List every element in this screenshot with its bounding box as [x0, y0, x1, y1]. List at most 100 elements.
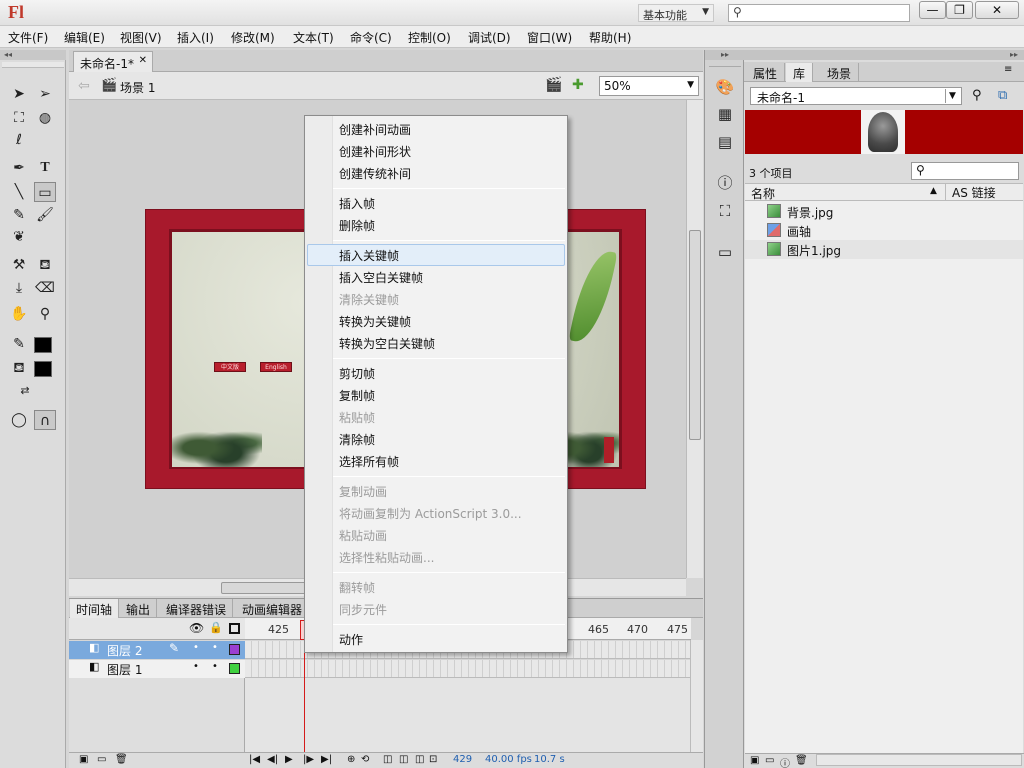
outline-icon[interactable]: [229, 623, 240, 634]
step-forward-icon[interactable]: |▶: [303, 754, 314, 765]
panel-menu-icon[interactable]: ≡: [1004, 64, 1012, 75]
play-icon[interactable]: ▶: [285, 754, 293, 765]
library-file-select[interactable]: 未命名-1 ▼: [750, 87, 962, 105]
menu-clear-frames[interactable]: 清除帧: [339, 431, 375, 448]
lock-icon[interactable]: 🔒: [209, 621, 223, 634]
menu-create-classic-tween[interactable]: 创建传统补间: [339, 165, 411, 182]
step-back-icon[interactable]: ◀|: [267, 754, 278, 765]
layer-row-2[interactable]: ◧ 图层 2 ✎ • •: [69, 641, 245, 659]
object-drawing-icon[interactable]: ◯: [8, 410, 30, 430]
stage-button-chinese[interactable]: 中文版: [214, 362, 246, 372]
menu-cut-frames[interactable]: 剪切帧: [339, 365, 375, 382]
go-last-icon[interactable]: ▶|: [321, 754, 332, 765]
tab-properties[interactable]: 属性: [746, 63, 786, 82]
panel-collapse-icon[interactable]: ▸▸: [705, 50, 745, 60]
new-layer-icon[interactable]: ▣: [79, 754, 88, 765]
new-library-panel-icon[interactable]: ⧉: [998, 88, 1007, 103]
timeline-vertical-scrollbar[interactable]: [690, 640, 703, 752]
loop-icon[interactable]: ⟲: [361, 754, 369, 765]
menu-help[interactable]: 帮助(H): [589, 29, 631, 46]
new-folder-icon[interactable]: ▭: [97, 754, 106, 765]
panel-grip[interactable]: [2, 62, 64, 68]
library-item[interactable]: 背景.jpg: [745, 202, 1023, 221]
menu-actions[interactable]: 动作: [339, 631, 363, 648]
rectangle-tool-icon[interactable]: ▭: [34, 182, 56, 202]
panel-grip[interactable]: [709, 62, 741, 67]
layer-color-swatch[interactable]: [229, 644, 240, 655]
subselection-tool-icon[interactable]: ➢: [34, 84, 56, 104]
sort-ascending-icon[interactable]: ▲: [930, 186, 937, 196]
visibility-dot[interactable]: •: [193, 642, 199, 653]
layer-color-swatch[interactable]: [229, 663, 240, 674]
menu-insert[interactable]: 插入(I): [177, 29, 214, 46]
new-folder-icon[interactable]: ▭: [765, 755, 774, 766]
3d-rotation-tool-icon[interactable]: ◍: [34, 108, 56, 128]
library-item[interactable]: 画轴: [745, 221, 1023, 240]
workspace-switcher[interactable]: 基本功能 ▼: [638, 4, 714, 22]
components-panel-icon[interactable]: ▭: [715, 242, 735, 262]
tab-timeline[interactable]: 时间轴: [70, 599, 120, 618]
document-tab[interactable]: 未命名-1* ✕: [73, 51, 153, 72]
menu-insert-blank-keyframe[interactable]: 插入空白关键帧: [339, 269, 423, 286]
snap-to-objects-icon[interactable]: ∩: [34, 410, 56, 430]
stage-button-english[interactable]: English: [260, 362, 292, 372]
help-search-input[interactable]: ⚲: [728, 4, 910, 22]
library-horizontal-scrollbar[interactable]: [816, 754, 1022, 766]
delete-layer-icon[interactable]: 🗑: [115, 754, 128, 765]
swatches-panel-icon[interactable]: ▦: [715, 104, 735, 124]
menu-debug[interactable]: 调试(D): [468, 29, 511, 46]
pencil-tool-icon[interactable]: ✎: [8, 205, 30, 225]
column-name[interactable]: 名称: [751, 185, 775, 202]
onion-skin-icon[interactable]: ◫: [383, 754, 392, 765]
menu-insert-keyframe[interactable]: 插入关键帧: [339, 247, 399, 264]
menu-file[interactable]: 文件(F): [8, 29, 48, 46]
stroke-color-icon[interactable]: ✎: [8, 334, 30, 354]
menu-convert-to-blank-keyframes[interactable]: 转换为空白关键帧: [339, 335, 435, 352]
zoom-select[interactable]: 50% ▼: [599, 76, 699, 96]
eyedropper-tool-icon[interactable]: ⤓: [8, 278, 30, 298]
brush-tool-icon[interactable]: 🖌: [34, 205, 56, 225]
transform-panel-icon[interactable]: ⛶: [715, 201, 735, 221]
tab-motion-editor[interactable]: 动画编辑器: [236, 599, 310, 618]
library-item[interactable]: 图片1.jpg: [745, 240, 1023, 259]
zoom-tool-icon[interactable]: ⚲: [34, 304, 56, 324]
menu-control[interactable]: 控制(O): [408, 29, 451, 46]
back-arrow-icon[interactable]: ⇦: [78, 78, 90, 94]
center-frame-icon[interactable]: ⊕: [347, 754, 355, 765]
tab-output[interactable]: 输出: [120, 599, 158, 618]
eye-icon[interactable]: 👁: [189, 621, 204, 635]
pen-tool-icon[interactable]: ✒: [8, 158, 30, 178]
menu-window[interactable]: 窗口(W): [527, 29, 572, 46]
visibility-dot[interactable]: •: [193, 661, 199, 672]
new-symbol-icon[interactable]: ▣: [750, 755, 759, 766]
paint-bucket-tool-icon[interactable]: ⛾: [34, 255, 56, 275]
delete-icon[interactable]: 🗑: [795, 755, 808, 766]
free-transform-tool-icon[interactable]: ⛶: [8, 108, 30, 128]
pin-library-icon[interactable]: ⚲: [972, 88, 982, 103]
tab-compiler-errors[interactable]: 编译器错误: [160, 599, 234, 618]
menu-convert-to-keyframes[interactable]: 转换为关键帧: [339, 313, 411, 330]
fill-color-swatch[interactable]: [34, 361, 52, 377]
layer-row-1[interactable]: ◧ 图层 1 • •: [69, 660, 245, 678]
menu-modify[interactable]: 修改(M): [231, 29, 275, 46]
align-panel-icon[interactable]: ▤: [715, 132, 735, 152]
menu-create-motion-tween[interactable]: 创建补间动画: [339, 121, 411, 138]
eraser-tool-icon[interactable]: ⌫: [34, 278, 56, 298]
scroll-thumb[interactable]: [221, 582, 311, 594]
text-tool-icon[interactable]: T: [34, 158, 56, 178]
layer-name[interactable]: 图层 2: [107, 642, 142, 659]
color-panel-icon[interactable]: 🎨: [715, 77, 735, 97]
panel-collapse-icon[interactable]: ◂◂: [0, 50, 66, 60]
menu-insert-frame[interactable]: 插入帧: [339, 195, 375, 212]
minimize-button[interactable]: —: [919, 1, 946, 19]
edit-scene-icon[interactable]: 🎬: [545, 77, 562, 93]
frames-row-1[interactable]: [245, 660, 691, 678]
edit-symbol-icon[interactable]: ✚: [572, 77, 584, 93]
restore-button[interactable]: ❐: [946, 1, 973, 19]
menu-edit[interactable]: 编辑(E): [64, 29, 105, 46]
close-icon[interactable]: ✕: [139, 55, 147, 66]
scroll-thumb[interactable]: [689, 230, 701, 440]
info-panel-icon[interactable]: ⓘ: [715, 173, 735, 193]
menu-create-shape-tween[interactable]: 创建补间形状: [339, 143, 411, 160]
lock-dot[interactable]: •: [212, 661, 218, 672]
